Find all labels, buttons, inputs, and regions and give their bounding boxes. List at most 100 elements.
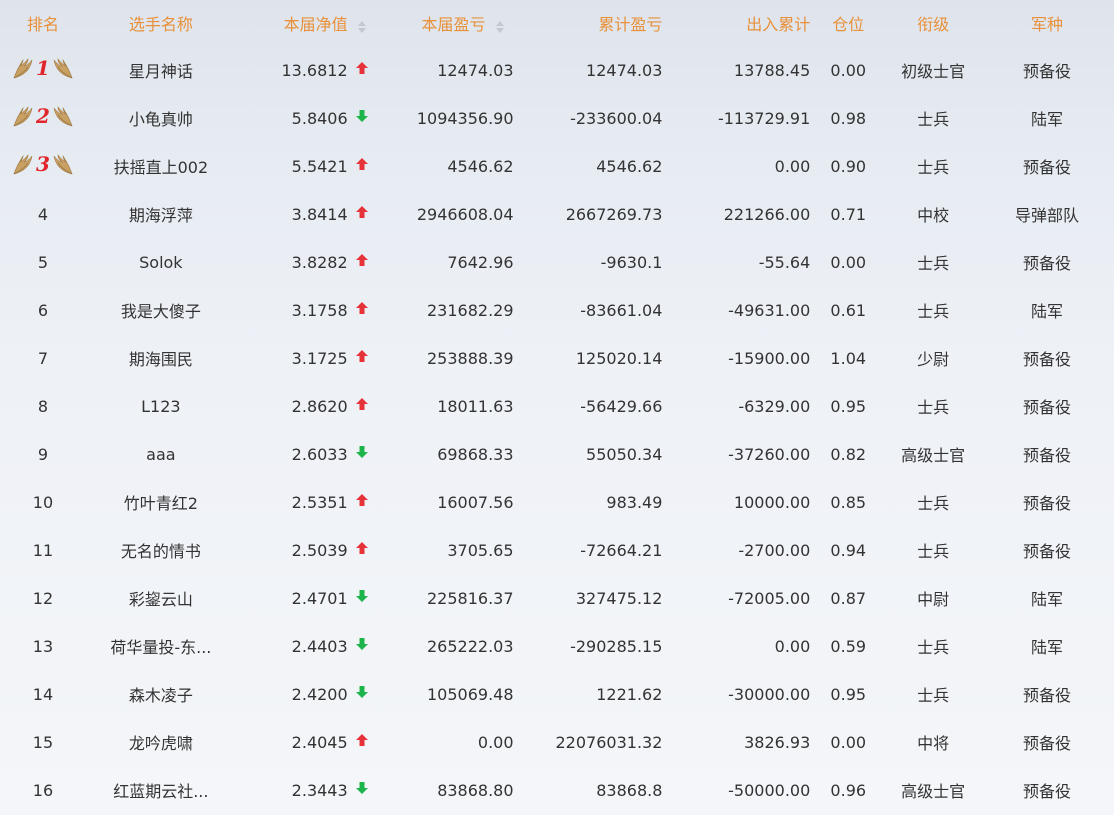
period-profit: 83868.80 (437, 780, 514, 800)
table-row[interactable]: 10 竹叶青红2 2.5351 16007.56 983.49 10000.00… (0, 478, 1114, 526)
net-value: 5.8406 (291, 108, 348, 128)
table-row[interactable]: 6 我是大傻子 3.1758 231682.29 -83661.04 -4963… (0, 286, 1114, 334)
sort-icon[interactable] (348, 16, 376, 35)
table-row[interactable]: 12 彩鋆云山 2.4701 225816.37 327475.12 -7200… (0, 574, 1114, 622)
sort-icon[interactable] (486, 16, 514, 35)
position-ratio: 0.87 (830, 588, 867, 608)
net-value: 2.4701 (291, 588, 348, 608)
table-row[interactable]: 3 扶摇直上002 5.5421 4546.62 4546.62 0.00 0.… (0, 142, 1114, 190)
net-value: 5.5421 (291, 156, 348, 176)
net-value: 2.4200 (291, 684, 348, 704)
military-rank: 士兵 (917, 494, 950, 513)
army-branch: 预备役 (1023, 158, 1072, 177)
army-branch: 预备役 (1023, 62, 1072, 81)
medal-icon: 3 (12, 152, 74, 176)
player-name[interactable]: 期海围民 (86, 346, 236, 370)
player-name[interactable]: 我是大傻子 (86, 298, 236, 322)
cash-flow: -55.64 (758, 252, 811, 272)
net-value-cell: 5.5421 (236, 157, 376, 176)
table-row[interactable]: 13 荷华量投-东... 2.4403 265222.03 -290285.15… (0, 622, 1114, 670)
player-name[interactable]: 龙吟虎啸 (86, 730, 236, 754)
table-row[interactable]: 14 森木凌子 2.4200 105069.48 1221.62 -30000.… (0, 670, 1114, 718)
arrow-down-icon (348, 109, 376, 127)
table-row[interactable]: 5 Solok 3.8282 7642.96 -9630.1 -55.64 0.… (0, 238, 1114, 286)
period-profit: 265222.03 (427, 636, 514, 656)
arrow-up-icon (348, 349, 376, 367)
army-branch: 预备役 (1023, 446, 1072, 465)
military-rank: 中将 (917, 734, 950, 753)
net-value: 3.8282 (291, 252, 348, 272)
player-name[interactable]: 荷华量投-东... (86, 634, 236, 658)
arrow-down-icon (348, 637, 376, 655)
player-name[interactable]: 彩鋆云山 (86, 586, 236, 610)
army-branch: 预备役 (1023, 782, 1072, 801)
rank-cell: 16 (0, 781, 86, 800)
military-rank: 中校 (917, 206, 950, 225)
player-name[interactable]: L123 (86, 397, 236, 416)
player-name[interactable]: 竹叶青红2 (86, 490, 236, 514)
cash-flow: -6329.00 (738, 396, 811, 416)
player-name[interactable]: aaa (86, 445, 236, 464)
cash-flow: -50000.00 (728, 780, 811, 800)
military-rank: 士兵 (917, 398, 950, 417)
rank-cell: 8 (0, 397, 86, 416)
player-name[interactable]: 期海浮萍 (86, 202, 236, 226)
player-name[interactable]: Solok (86, 253, 236, 272)
rank-number: 8 (37, 396, 49, 416)
net-value: 3.8414 (291, 204, 348, 224)
table-row[interactable]: 7 期海围民 3.1725 253888.39 125020.14 -15900… (0, 334, 1114, 382)
period-profit: 253888.39 (427, 348, 514, 368)
table-row[interactable]: 11 无名的情书 2.5039 3705.65 -72664.21 -2700.… (0, 526, 1114, 574)
player-name[interactable]: 扶摇直上002 (86, 154, 236, 178)
period-profit: 12474.03 (437, 60, 514, 80)
net-value: 2.4045 (291, 732, 348, 752)
position-ratio: 1.04 (830, 348, 867, 368)
table-row[interactable]: 1 星月神话 13.6812 12474.03 12474.03 13788.4… (0, 46, 1114, 94)
header-name: 选手名称 (128, 15, 193, 34)
table-row[interactable]: 16 红蓝期云社... 2.3443 83868.80 83868.8 -500… (0, 766, 1114, 814)
position-ratio: 0.00 (830, 732, 867, 752)
rank-number: 12 (32, 588, 54, 608)
total-profit: 55050.34 (586, 444, 663, 464)
position-ratio: 0.98 (830, 108, 867, 128)
player-name[interactable]: 无名的情书 (86, 538, 236, 562)
total-profit: 2667269.73 (565, 204, 663, 224)
military-rank: 士兵 (917, 686, 950, 705)
rank-number: 1 (36, 56, 50, 80)
military-rank: 士兵 (917, 638, 950, 657)
period-profit: 7642.96 (447, 252, 514, 272)
medal-icon: 1 (12, 56, 74, 80)
position-ratio: 0.82 (830, 444, 867, 464)
header-profit-sortable[interactable]: 本届盈亏 (376, 11, 514, 35)
total-profit: 22076031.32 (555, 732, 663, 752)
player-name[interactable]: 星月神话 (86, 58, 236, 82)
player-name[interactable]: 红蓝期云社... (86, 778, 236, 802)
total-profit: 1221.62 (596, 684, 663, 704)
cash-flow: -30000.00 (728, 684, 811, 704)
rank-number: 6 (37, 300, 49, 320)
total-profit: 125020.14 (575, 348, 663, 368)
cash-flow: 13788.45 (733, 60, 811, 80)
medal-icon: 2 (12, 104, 74, 128)
table-row[interactable]: 9 aaa 2.6033 69868.33 55050.34 -37260.00… (0, 430, 1114, 478)
rank-cell: 14 (0, 685, 86, 704)
table-row[interactable]: 4 期海浮萍 3.8414 2946608.04 2667269.73 2212… (0, 190, 1114, 238)
table-row[interactable]: 2 小龟真帅 5.8406 1094356.90 -233600.04 -113… (0, 94, 1114, 142)
total-profit: 4546.62 (596, 156, 663, 176)
header-army: 军种 (1031, 15, 1064, 34)
period-profit: 69868.33 (437, 444, 514, 464)
table-row[interactable]: 8 L123 2.8620 18011.63 -56429.66 -6329.0… (0, 382, 1114, 430)
period-profit: 105069.48 (427, 684, 514, 704)
period-profit: 2946608.04 (416, 204, 514, 224)
rank-cell: 13 (0, 637, 86, 656)
arrow-up-icon (348, 157, 376, 175)
header-net-sortable[interactable]: 本届净值 (236, 11, 376, 35)
cash-flow: 0.00 (774, 156, 811, 176)
army-branch: 陆军 (1031, 302, 1064, 321)
player-name[interactable]: 森木凌子 (86, 682, 236, 706)
player-name[interactable]: 小龟真帅 (86, 106, 236, 130)
cash-flow: 221266.00 (723, 204, 811, 224)
total-profit: -233600.04 (570, 108, 663, 128)
army-branch: 预备役 (1023, 542, 1072, 561)
table-row[interactable]: 15 龙吟虎啸 2.4045 0.00 22076031.32 3826.93 … (0, 718, 1114, 766)
